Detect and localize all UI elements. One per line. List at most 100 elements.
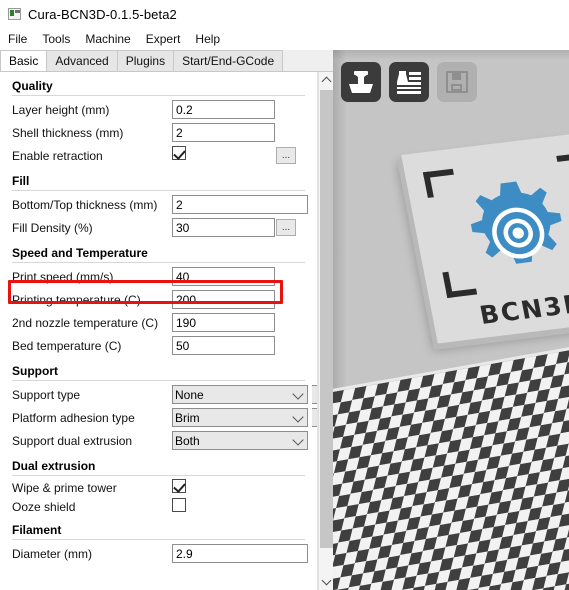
bed-temperature-input[interactable]: [172, 336, 275, 355]
chevron-up-icon: [321, 76, 332, 87]
label-print-speed: Print speed (mm/s): [12, 269, 114, 284]
viewport-toolbar: [341, 62, 477, 102]
diameter-input[interactable]: [172, 544, 308, 563]
row-support-dual-extrusion: Support dual extrusion Both: [0, 429, 317, 452]
label-bed-temperature: Bed temperature (C): [12, 338, 122, 353]
row-bed-temperature: Bed temperature (C): [0, 334, 317, 357]
platform-adhesion-select-wrap: Brim: [172, 408, 317, 427]
fill-density-options-button[interactable]: ...: [276, 219, 296, 236]
section-title-fill: Fill: [12, 174, 30, 188]
ooze-shield-checkbox[interactable]: [172, 498, 186, 512]
chevron-down-icon: [321, 575, 332, 586]
menu-item-tools[interactable]: Tools: [42, 30, 79, 48]
support-dual-extrusion-select[interactable]: Both: [172, 431, 308, 450]
load-model-icon: [349, 71, 373, 93]
label-bottom-top-thickness: Bottom/Top thickness (mm): [12, 197, 158, 212]
section-divider: [12, 539, 305, 540]
section-title-support: Support: [12, 364, 58, 378]
control-printing-temperature: [172, 290, 275, 309]
section-title-speed-and-temperature: Speed and Temperature: [12, 246, 148, 260]
section-title-filament: Filament: [12, 523, 62, 537]
row-fill-density: Fill Density (%) ...: [0, 216, 317, 239]
menu-item-help[interactable]: Help: [195, 30, 229, 48]
row-layer-height: Layer height (mm): [0, 98, 317, 121]
section-title-quality: Quality: [12, 79, 53, 93]
second-nozzle-temperature-input[interactable]: [172, 313, 275, 332]
label-diameter: Diameter (mm): [12, 546, 92, 561]
row-bottom-top-thickness: Bottom/Top thickness (mm): [0, 193, 317, 216]
window-title: Cura-BCN3D-0.1.5-beta2: [28, 6, 177, 22]
support-type-select-wrap: None: [172, 385, 317, 404]
label-ooze-shield: Ooze shield: [12, 499, 76, 514]
control-support-dual-extrusion: Both: [172, 431, 308, 450]
menu-item-expert[interactable]: Expert: [146, 30, 190, 48]
label-enable-retraction: Enable retraction: [12, 148, 103, 163]
save-icon: [446, 71, 468, 93]
label-printing-temperature: Printing temperature (C): [12, 292, 141, 307]
control-wipe-prime-tower: [172, 479, 186, 496]
settings-tab-strip: Basic Advanced Plugins Start/End-GCode: [0, 50, 333, 72]
scrollbar-thumb[interactable]: [320, 90, 333, 548]
control-enable-retraction: [172, 146, 186, 163]
shell-thickness-input[interactable]: [172, 123, 275, 142]
control-diameter: [172, 544, 308, 563]
section-divider: [12, 190, 305, 191]
3d-model-bcn3d-plate[interactable]: BCN3D: [401, 130, 569, 344]
layer-height-input[interactable]: [172, 100, 275, 119]
wipe-prime-tower-checkbox[interactable]: [172, 479, 186, 493]
save-toolpath-button: [437, 62, 477, 102]
control-support-type: None: [172, 385, 317, 404]
enable-retraction-checkbox[interactable]: [172, 146, 186, 160]
section-divider: [12, 380, 305, 381]
support-type-select[interactable]: None: [172, 385, 308, 404]
scroll-down-button[interactable]: [319, 574, 334, 590]
layers-view-icon: [397, 71, 421, 94]
tab-start-end-gcode[interactable]: Start/End-GCode: [173, 50, 284, 71]
section-fill: Fill Bottom/Top thickness (mm) Fill Dens…: [0, 167, 317, 239]
cura-application-window: Cura-BCN3D-0.1.5-beta2 File Tools Machin…: [0, 0, 569, 590]
section-divider: [12, 95, 305, 96]
label-layer-height: Layer height (mm): [12, 102, 110, 117]
fill-density-input[interactable]: [172, 218, 275, 237]
label-platform-adhesion-type: Platform adhesion type: [12, 410, 135, 425]
row-printing-temperature: Printing temperature (C): [0, 288, 317, 311]
3d-viewport[interactable]: BCN3D: [333, 50, 569, 590]
printing-temperature-input[interactable]: [172, 290, 275, 309]
tab-plugins[interactable]: Plugins: [116, 50, 175, 71]
row-support-type: Support type None: [0, 383, 317, 406]
control-layer-height: [172, 100, 275, 119]
settings-scrollbar[interactable]: [318, 72, 334, 590]
app-icon: [8, 8, 21, 20]
menu-item-machine[interactable]: Machine: [85, 30, 139, 48]
tab-advanced[interactable]: Advanced: [46, 50, 118, 71]
section-quality: Quality Layer height (mm) Shell thicknes…: [0, 72, 317, 167]
control-print-speed: [172, 267, 275, 286]
tab-basic[interactable]: Basic: [0, 50, 48, 71]
viewport-top-shadow: [333, 50, 569, 60]
scroll-up-button[interactable]: [319, 72, 334, 88]
label-support-dual-extrusion: Support dual extrusion: [12, 433, 133, 448]
section-support: Support Support type None Platform adhes…: [0, 357, 317, 452]
section-filament: Filament Diameter (mm): [0, 516, 317, 565]
section-dual-extrusion: Dual extrusion Wipe & prime tower Ooze s…: [0, 452, 317, 516]
load-model-button[interactable]: [341, 62, 381, 102]
platform-adhesion-type-select[interactable]: Brim: [172, 408, 308, 427]
control-fill-density: [172, 218, 275, 237]
view-mode-button[interactable]: [389, 62, 429, 102]
row-diameter: Diameter (mm): [0, 542, 317, 565]
bottom-top-thickness-input[interactable]: [172, 195, 308, 214]
corner-bracket-icon: [556, 152, 569, 162]
row-shell-thickness: Shell thickness (mm): [0, 121, 317, 144]
row-ooze-shield: Ooze shield: [0, 497, 317, 516]
row-print-speed: Print speed (mm/s): [0, 265, 317, 288]
menu-bar: File Tools Machine Expert Help: [0, 28, 569, 50]
row-wipe-prime-tower: Wipe & prime tower: [0, 478, 317, 497]
menu-item-file[interactable]: File: [8, 30, 36, 48]
control-bottom-top-thickness: [172, 195, 308, 214]
print-speed-input[interactable]: [172, 267, 275, 286]
enable-retraction-options-button[interactable]: ...: [276, 147, 296, 164]
label-wipe-prime-tower: Wipe & prime tower: [12, 480, 117, 495]
corner-bracket-icon: [442, 271, 454, 299]
label-second-nozzle-temperature: 2nd nozzle temperature (C): [12, 315, 159, 330]
control-shell-thickness: [172, 123, 275, 142]
